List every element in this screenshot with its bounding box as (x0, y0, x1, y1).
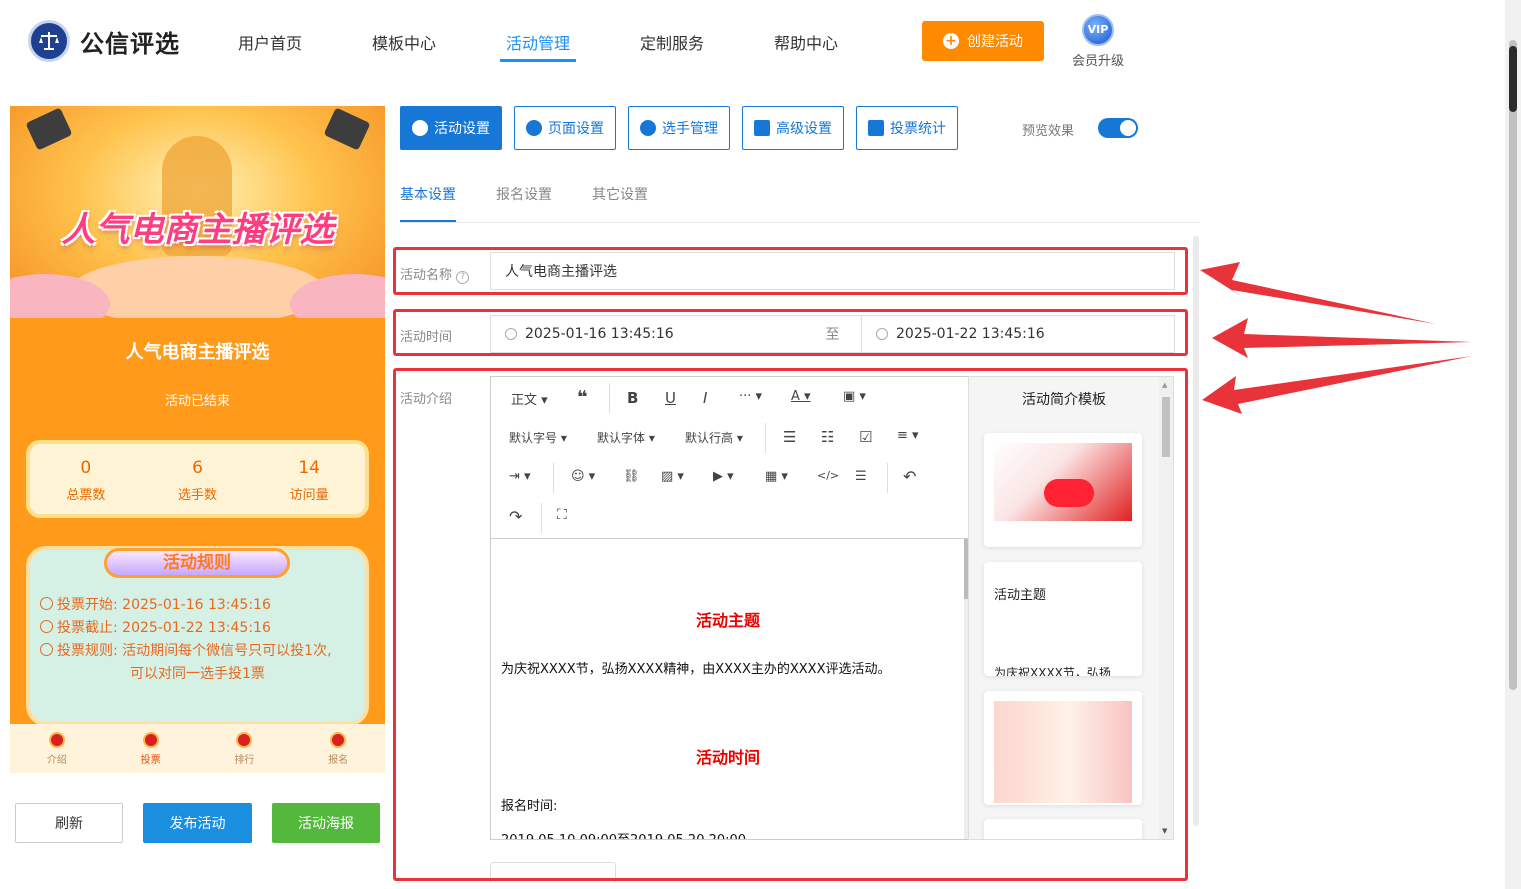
create-activity-label: 创建活动 (967, 34, 1023, 50)
tab-advanced[interactable]: 高级设置 (742, 106, 844, 150)
scales-icon (28, 20, 70, 62)
rule-end-text: 投票截止: 2025-01-22 13:45:16 (57, 620, 271, 636)
nav-active-indicator (500, 59, 576, 62)
stat-visits: 14 访问量 (253, 444, 365, 514)
subtab-active-indicator (400, 220, 456, 222)
tab-label: 高级设置 (776, 121, 832, 137)
nav-activity-management[interactable]: 活动管理 (506, 30, 570, 54)
advanced-settings-icon (754, 120, 770, 136)
tab-vote-stats[interactable]: 投票统计 (856, 106, 958, 150)
create-activity-button[interactable]: + 创建活动 (922, 21, 1044, 61)
nav-templates[interactable]: 模板中心 (372, 30, 436, 54)
bottom-nav-label: 报名 (328, 755, 349, 766)
annotation-arrows (1200, 262, 1472, 414)
arrow-to-name (1200, 262, 1436, 324)
subtab-basic[interactable]: 基本设置 (400, 184, 456, 204)
tab-label: 页面设置 (548, 121, 604, 137)
page-scrollbar[interactable] (1505, 0, 1521, 889)
stat-label: 选手数 (178, 488, 218, 503)
preview-banner: 人气电商主播评选 (10, 106, 385, 318)
page-scrollbar-track (1509, 40, 1517, 690)
top-header: 公信评选 用户首页 模板中心 活动管理 定制服务 帮助中心 + 创建活动 VIP… (0, 0, 1505, 84)
logo-text: 公信评选 (80, 29, 180, 58)
preview-title: 人气电商主播评选 (125, 342, 270, 363)
info-icon (40, 643, 53, 656)
rule-text-1: 投票规则: 活动期间每个微信号只可以投1次, (57, 643, 332, 659)
star-icon (412, 120, 428, 136)
highlight-name (393, 247, 1188, 295)
highlight-intro (393, 368, 1188, 881)
refresh-button[interactable]: 刷新 (15, 803, 123, 843)
bottom-nav-label: 排行 (234, 755, 255, 766)
tab-label: 投票统计 (890, 121, 946, 137)
preview-toggle[interactable] (1098, 118, 1138, 138)
vip-badge-icon: VIP (1082, 14, 1114, 46)
nav-home[interactable]: 用户首页 (238, 30, 302, 54)
vote-icon (142, 732, 159, 748)
preview-stats: 0 总票数 6 选手数 14 访问量 (26, 440, 369, 518)
rules-title: 活动规则 (104, 548, 290, 578)
tab-page-settings[interactable]: 页面设置 (514, 106, 616, 150)
gear-icon (526, 120, 542, 136)
highlight-time (393, 309, 1188, 356)
stat-label: 访问量 (289, 488, 329, 503)
bottom-nav-intro[interactable]: 介绍 (10, 724, 104, 773)
clock-icon (40, 597, 53, 610)
logo[interactable]: 公信评选 (28, 20, 180, 62)
rule-start-text: 投票开始: 2025-01-16 13:45:16 (57, 597, 271, 613)
clock-icon (40, 620, 53, 633)
banner-title: 人气电商主播评选 (61, 210, 334, 250)
rule-start: 投票开始: 2025-01-16 13:45:16 (40, 594, 271, 614)
stat-value: 0 (80, 458, 92, 478)
spotlight-icon (25, 107, 73, 151)
subtab-other[interactable]: 其它设置 (592, 184, 648, 204)
bottom-nav-label: 投票 (140, 755, 161, 766)
poster-button[interactable]: 活动海报 (272, 803, 380, 843)
nav-help[interactable]: 帮助中心 (774, 30, 838, 54)
publish-button[interactable]: 发布活动 (143, 803, 252, 843)
stat-label: 总票数 (66, 488, 106, 503)
rule-text-cont: 可以对同一选手投1票 (130, 666, 265, 682)
rule-end: 投票截止: 2025-01-22 13:45:16 (40, 617, 271, 637)
rule-text: 投票规则: 活动期间每个微信号只可以投1次, (40, 640, 332, 660)
stat-total-votes: 0 总票数 (30, 444, 142, 514)
bar-chart-icon (868, 120, 884, 136)
bottom-nav-label: 介绍 (46, 755, 67, 766)
intro-icon (48, 732, 65, 748)
signup-icon (330, 732, 347, 748)
subtab-signup[interactable]: 报名设置 (496, 184, 552, 204)
stat-contestants: 6 选手数 (142, 444, 254, 514)
arrow-to-time (1212, 318, 1472, 358)
tab-label: 选手管理 (662, 121, 718, 137)
subtab-divider (400, 222, 1200, 223)
page-scrollbar-thumb[interactable] (1509, 46, 1517, 112)
preview-bottom-nav: 介绍 投票 排行 报名 (10, 724, 385, 773)
bottom-nav-signup[interactable]: 报名 (291, 724, 385, 773)
spotlight-icon (323, 107, 371, 151)
vip-label: 会员升级 (1071, 54, 1124, 69)
plus-icon: + (943, 33, 959, 49)
tab-contestants[interactable]: 选手管理 (628, 106, 730, 150)
bottom-nav-rank[interactable]: 排行 (198, 724, 292, 773)
nav-custom-service[interactable]: 定制服务 (640, 30, 704, 54)
tab-activity-settings[interactable]: 活动设置 (400, 106, 502, 150)
toggle-knob (1120, 120, 1136, 136)
stat-value: 14 (298, 458, 320, 478)
tab-label: 活动设置 (434, 121, 490, 137)
rank-icon (236, 732, 253, 748)
preview-status: 活动已结束 (164, 394, 230, 409)
bottom-nav-vote[interactable]: 投票 (104, 724, 198, 773)
arrow-to-intro (1202, 356, 1472, 414)
vip-upgrade[interactable]: VIP 会员升级 (1070, 14, 1126, 69)
stat-value: 6 (192, 458, 203, 478)
users-icon (640, 120, 656, 136)
preview-toggle-label: 预览效果 (1022, 124, 1075, 139)
mobile-preview: 人气电商主播评选 人气电商主播评选 活动已结束 0 总票数 6 选手数 14 访… (10, 106, 385, 773)
